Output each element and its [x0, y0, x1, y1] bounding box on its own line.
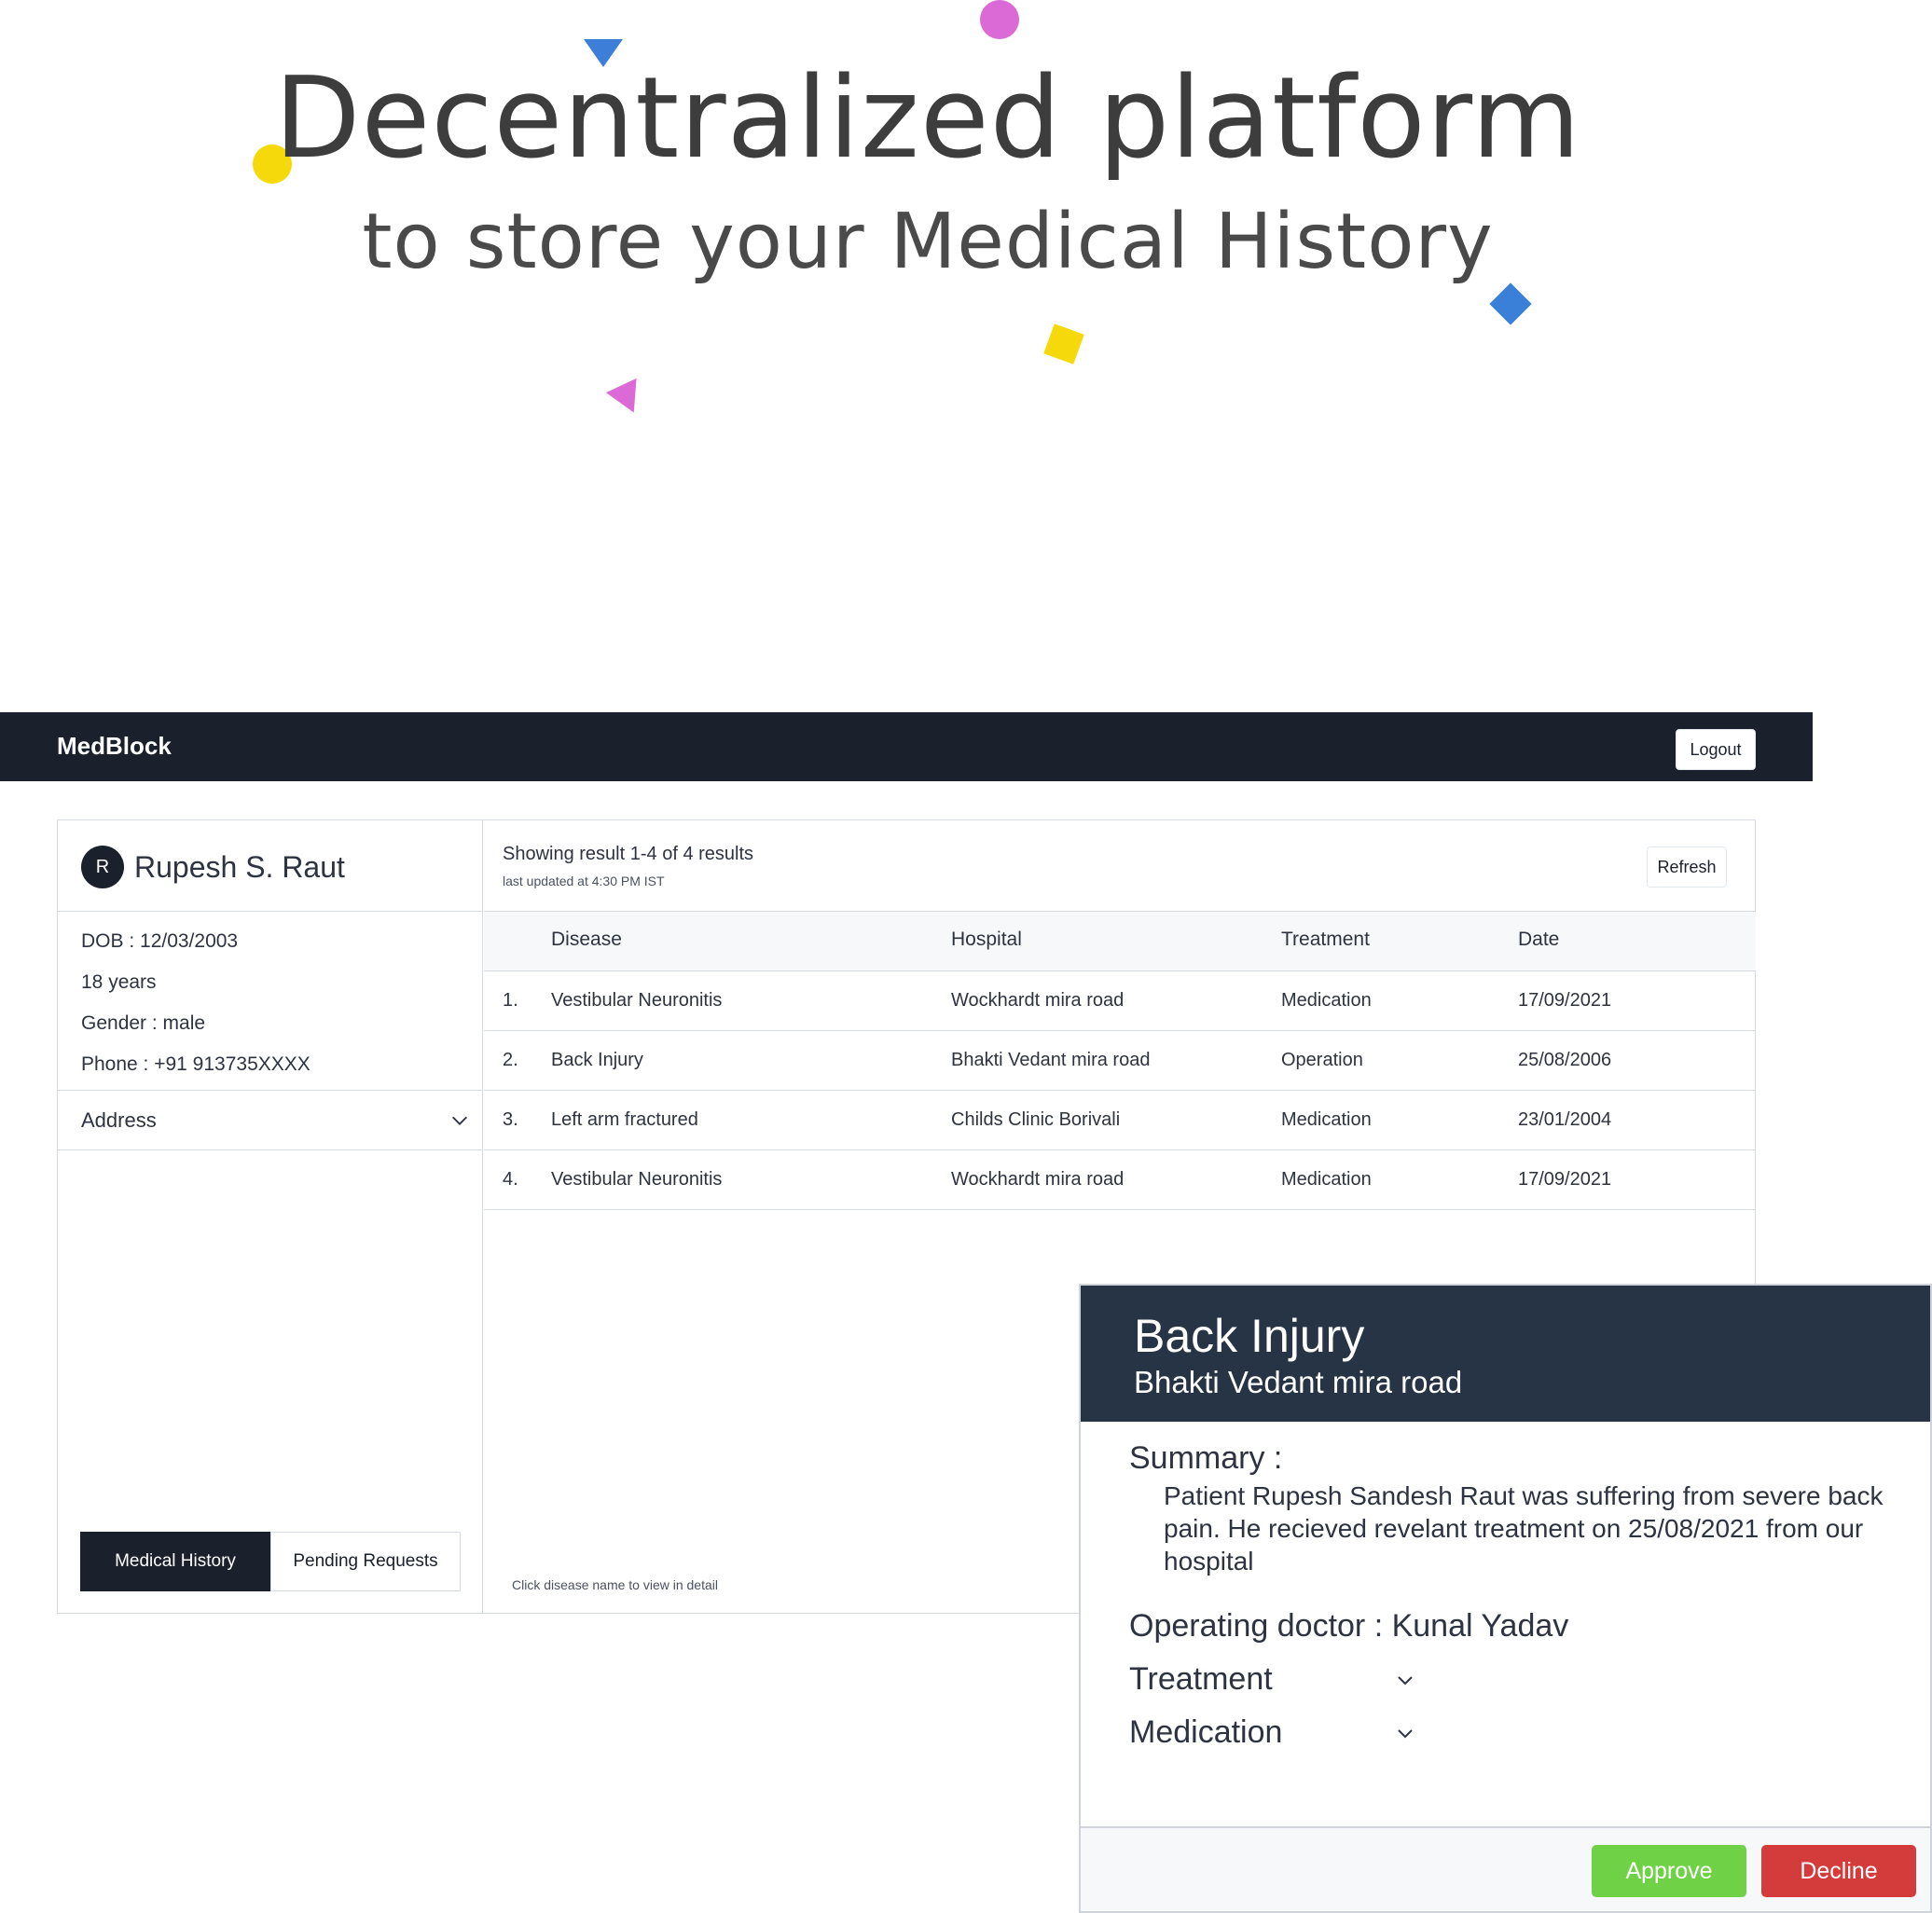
table-row[interactable]: 2. Back Injury Bhakti Vedant mira road O… — [484, 1031, 1756, 1091]
date-cell: 17/09/2021 — [1518, 1169, 1612, 1190]
medication-label: Medication — [1129, 1714, 1283, 1750]
hero-subtitle: to store your Medical History — [362, 198, 1494, 286]
modal-hospital: Bhakti Vedant mira road — [1134, 1365, 1463, 1399]
column-header-treatment: Treatment — [1281, 929, 1370, 950]
row-number: 3. — [503, 1109, 518, 1130]
decorative-square-yellow — [1043, 323, 1084, 365]
modal-title: Back Injury — [1134, 1310, 1365, 1362]
treatment-cell: Medication — [1281, 990, 1372, 1011]
refresh-button[interactable]: Refresh — [1647, 846, 1727, 888]
address-accordion[interactable]: Address — [58, 1091, 482, 1150]
operating-doctor: Operating doctor : Kunal Yadav — [1129, 1608, 1569, 1644]
chevron-down-icon — [1398, 1676, 1413, 1686]
hospital-cell: Wockhardt mira road — [951, 990, 1125, 1011]
modal-body: Summary : Patient Rupesh Sandesh Raut wa… — [1081, 1422, 1930, 1828]
row-number: 1. — [503, 990, 518, 1011]
modal-header: Back Injury Bhakti Vedant mira road — [1081, 1286, 1930, 1422]
view-tabs: Medical History Pending Requests — [80, 1532, 461, 1591]
column-header-disease: Disease — [551, 929, 622, 950]
navbar: MedBlock Logout — [0, 712, 1813, 781]
brand-logo[interactable]: MedBlock — [57, 732, 172, 761]
treatment-cell: Medication — [1281, 1109, 1372, 1130]
disease-link[interactable]: Back Injury — [551, 1050, 643, 1071]
results-count: Showing result 1-4 of 4 results — [503, 844, 754, 864]
disease-link[interactable]: Vestibular Neuronitis — [551, 990, 722, 1012]
age-text: 18 years — [81, 971, 157, 993]
chevron-down-icon — [1398, 1729, 1413, 1739]
row-number: 4. — [503, 1169, 518, 1190]
date-cell: 17/09/2021 — [1518, 990, 1612, 1011]
hero-title: Decentralized platform — [274, 54, 1581, 184]
table-header: Disease Hospital Treatment Date — [484, 912, 1756, 971]
date-cell: 23/01/2004 — [1518, 1109, 1612, 1130]
results-header: Showing result 1-4 of 4 results last upd… — [484, 820, 1756, 912]
medication-accordion[interactable]: Medication — [1129, 1714, 1413, 1751]
decorative-dot-pink — [980, 0, 1019, 39]
modal-footer: Approve Decline — [1081, 1828, 1930, 1911]
gender-text: Gender : male — [81, 1012, 206, 1034]
phone-text: Phone : +91 913735XXXX — [81, 1053, 310, 1075]
treatment-accordion[interactable]: Treatment — [1129, 1661, 1413, 1698]
last-updated-text: last updated at 4:30 PM IST — [503, 874, 665, 888]
disease-link[interactable]: Left arm fractured — [551, 1109, 698, 1131]
table-row[interactable]: 1. Vestibular Neuronitis Wockhardt mira … — [484, 971, 1756, 1031]
row-number: 2. — [503, 1050, 518, 1070]
chevron-down-icon — [452, 1116, 467, 1125]
treatment-label: Treatment — [1129, 1661, 1273, 1697]
table-row[interactable]: 3. Left arm fractured Childs Clinic Bori… — [484, 1091, 1756, 1150]
hospital-cell: Wockhardt mira road — [951, 1169, 1125, 1190]
tab-pending-requests[interactable]: Pending Requests — [270, 1532, 461, 1591]
avatar: R — [81, 846, 124, 888]
dob-text: DOB : 12/03/2003 — [81, 930, 239, 952]
hospital-cell: Childs Clinic Borivali — [951, 1109, 1121, 1130]
profile-panel: R Rupesh S. Raut DOB : 12/03/2003 18 yea… — [58, 820, 483, 1613]
approve-button[interactable]: Approve — [1592, 1845, 1746, 1897]
date-cell: 25/08/2006 — [1518, 1050, 1612, 1070]
summary-label: Summary : — [1129, 1440, 1283, 1476]
logout-button[interactable]: Logout — [1676, 729, 1756, 770]
summary-text: Patient Rupesh Sandesh Raut was sufferin… — [1164, 1481, 1884, 1576]
decline-button[interactable]: Decline — [1761, 1845, 1916, 1897]
record-detail-modal: Back Injury Bhakti Vedant mira road Summ… — [1079, 1284, 1932, 1913]
profile-header: R Rupesh S. Raut — [58, 820, 482, 912]
table-hint: Click disease name to view in detail — [512, 1577, 718, 1592]
column-header-hospital: Hospital — [951, 929, 1022, 950]
patient-name: Rupesh S. Raut — [134, 850, 345, 884]
decorative-triangle-pink — [605, 378, 650, 420]
disease-link[interactable]: Vestibular Neuronitis — [551, 1169, 722, 1190]
patient-info: DOB : 12/03/2003 18 years Gender : male … — [58, 912, 482, 1091]
column-header-date: Date — [1518, 929, 1560, 950]
decorative-diamond-blue — [1489, 282, 1532, 325]
tab-medical-history[interactable]: Medical History — [80, 1532, 270, 1591]
treatment-cell: Operation — [1281, 1050, 1363, 1070]
treatment-cell: Medication — [1281, 1169, 1372, 1190]
table-row[interactable]: 4. Vestibular Neuronitis Wockhardt mira … — [484, 1150, 1756, 1210]
address-label: Address — [81, 1108, 157, 1132]
hospital-cell: Bhakti Vedant mira road — [951, 1050, 1151, 1070]
